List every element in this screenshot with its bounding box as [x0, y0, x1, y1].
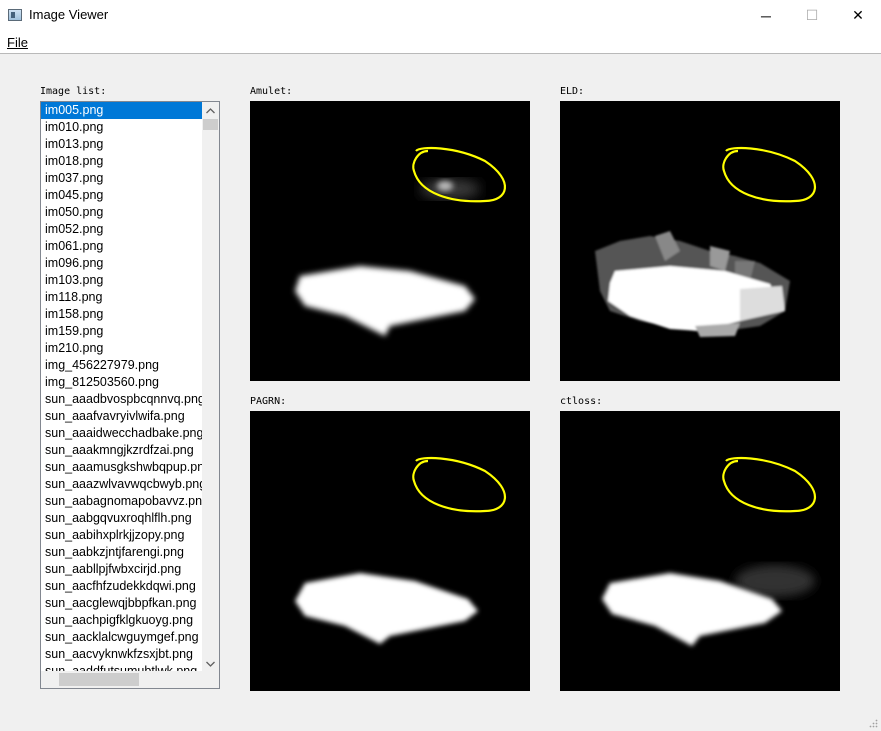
list-item[interactable]: sun_aacfhfzudekkdqwi.png — [41, 578, 202, 595]
list-item[interactable]: im096.png — [41, 255, 202, 272]
horizontal-scrollbar[interactable] — [41, 671, 202, 688]
maximize-button[interactable]: ☐ — [789, 0, 835, 31]
eld-label: ELD: — [560, 86, 585, 97]
resize-grip-icon[interactable] — [868, 718, 878, 728]
image-list-items: im005.png im010.png im013.png im018.png im03… — [41, 102, 202, 680]
list-item[interactable]: im118.png — [41, 289, 202, 306]
list-item[interactable]: sun_aacvyknwkfzsxjbt.png — [41, 646, 202, 663]
horizontal-scroll-thumb[interactable] — [59, 673, 139, 686]
minimize-icon: ─ — [761, 7, 771, 24]
list-item[interactable]: im103.png — [41, 272, 202, 289]
list-item[interactable]: im158.png — [41, 306, 202, 323]
list-item[interactable]: sun_aabllpjfwbxcirjd.png — [41, 561, 202, 578]
list-item[interactable]: im005.png — [41, 102, 202, 119]
pagrn-image — [250, 411, 530, 691]
list-item[interactable]: img_812503560.png — [41, 374, 202, 391]
vertical-scroll-thumb[interactable] — [203, 119, 218, 130]
ctloss-label: ctloss: — [560, 396, 603, 407]
list-item[interactable]: sun_aaazwlvavwqcbwyb.png — [41, 476, 202, 493]
scrollbar-corner — [202, 671, 219, 688]
list-item[interactable]: im018.png — [41, 153, 202, 170]
vertical-scrollbar[interactable] — [202, 102, 219, 672]
list-item[interactable]: im210.png — [41, 340, 202, 357]
image-list[interactable]: im005.png im010.png im013.png im018.png im03… — [40, 101, 220, 689]
list-item[interactable]: im061.png — [41, 238, 202, 255]
image-viewer-app-icon — [8, 9, 22, 21]
close-icon: ✕ — [852, 7, 864, 23]
list-item[interactable]: sun_aaaidwecchadbake.png — [41, 425, 202, 442]
list-item[interactable]: im159.png — [41, 323, 202, 340]
menu-file[interactable]: File — [7, 35, 28, 50]
list-item[interactable]: sun_aabgqvuxroqhlflh.png — [41, 510, 202, 527]
list-item[interactable]: sun_aaafvavryivlwifa.png — [41, 408, 202, 425]
ctloss-image — [560, 411, 840, 691]
list-item[interactable]: im010.png — [41, 119, 202, 136]
amulet-image — [250, 101, 530, 381]
chevron-down-icon[interactable] — [202, 655, 219, 672]
image-list-label: Image list: — [40, 86, 107, 97]
chevron-up-icon[interactable] — [202, 102, 219, 119]
list-item[interactable]: sun_aaadbvospbcqnnvq.png — [41, 391, 202, 408]
minimize-button[interactable]: ─ — [743, 0, 789, 31]
pagrn-label: PAGRN: — [250, 396, 287, 407]
list-item[interactable]: im013.png — [41, 136, 202, 153]
list-item[interactable]: sun_aacklalcwguymgef.png — [41, 629, 202, 646]
list-item[interactable]: sun_aabagnomapobavvz.png — [41, 493, 202, 510]
list-item[interactable]: im050.png — [41, 204, 202, 221]
list-item[interactable]: sun_aaamusgkshwbqpup.png — [41, 459, 202, 476]
list-item[interactable]: sun_aabihxplrkjjzopy.png — [41, 527, 202, 544]
title-bar[interactable]: Image Viewer ─ ☐ ✕ — [0, 0, 881, 31]
list-item[interactable]: sun_aabkzjntjfarengi.png — [41, 544, 202, 561]
list-item[interactable]: sun_aaakmngjkzrdfzai.png — [41, 442, 202, 459]
list-item[interactable]: img_456227979.png — [41, 357, 202, 374]
list-item[interactable]: im037.png — [41, 170, 202, 187]
close-button[interactable]: ✕ — [835, 0, 881, 31]
window-title: Image Viewer — [29, 7, 109, 22]
amulet-label: Amulet: — [250, 86, 293, 97]
list-item[interactable]: im045.png — [41, 187, 202, 204]
eld-image — [560, 101, 840, 381]
list-item[interactable]: sun_aachpigfklgkuoyg.png — [41, 612, 202, 629]
list-item[interactable]: im052.png — [41, 221, 202, 238]
list-item[interactable]: sun_aacglewqjbbpfkan.png — [41, 595, 202, 612]
maximize-icon: ☐ — [805, 7, 819, 23]
menu-bar: File — [0, 31, 881, 54]
